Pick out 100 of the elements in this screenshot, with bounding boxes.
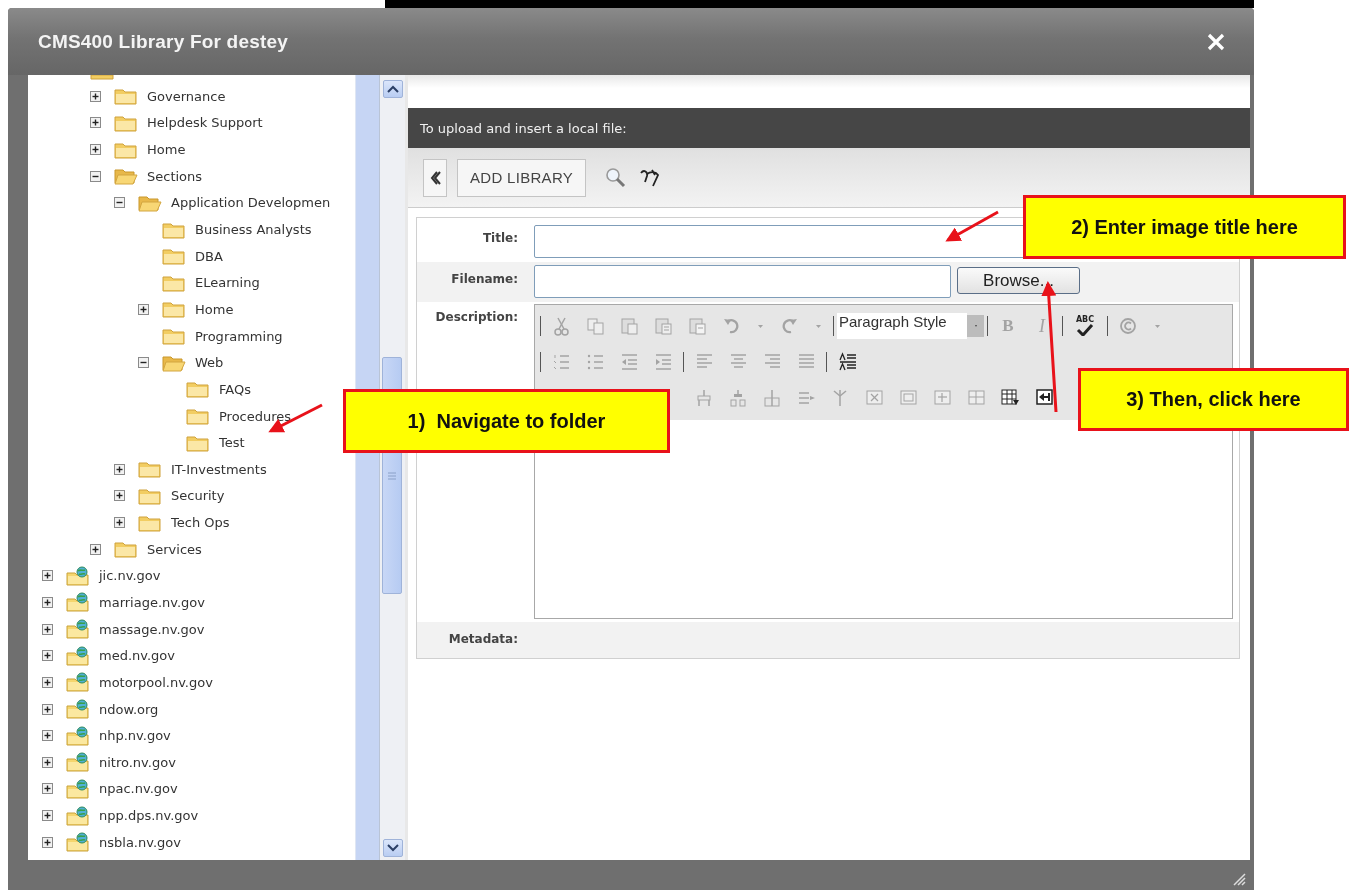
tree-item-label[interactable]: Business Analysts bbox=[195, 222, 312, 237]
table-insert-icon[interactable] bbox=[1000, 388, 1020, 408]
tree-item-label[interactable]: Helpdesk Support bbox=[147, 115, 263, 131]
tree-item-label[interactable]: Programming bbox=[195, 328, 283, 344]
site-folder-icon bbox=[66, 699, 90, 720]
folder-icon bbox=[162, 273, 186, 292]
close-icon[interactable] bbox=[1206, 31, 1226, 52]
tree-item-label[interactable]: Tech Ops bbox=[171, 515, 230, 531]
site-folder-icon bbox=[66, 645, 90, 666]
folder-icon bbox=[114, 140, 138, 159]
open-folder-icon bbox=[138, 193, 162, 212]
folder-icon bbox=[114, 113, 138, 132]
back-button[interactable] bbox=[423, 158, 447, 197]
expand-toggle[interactable] bbox=[42, 836, 53, 848]
tree-item-label[interactable]: Test bbox=[219, 435, 245, 451]
folder-icon bbox=[186, 433, 210, 452]
site-folder-icon bbox=[66, 619, 90, 640]
folder-icon bbox=[162, 300, 186, 319]
tree-item-label[interactable]: npac.nv.gov bbox=[99, 781, 178, 797]
tree-item-label[interactable]: Sections bbox=[147, 168, 203, 184]
expand-toggle[interactable] bbox=[42, 783, 53, 795]
annotation-tooltip: 1) Navigate to folder bbox=[343, 389, 670, 453]
tree-item-label[interactable]: nitro.nv.gov bbox=[99, 754, 176, 770]
tree-item-label[interactable]: Home bbox=[147, 142, 186, 158]
site-folder-icon bbox=[66, 592, 90, 613]
expand-toggle[interactable] bbox=[90, 90, 101, 102]
tree-item-label[interactable]: ndow.org bbox=[99, 701, 159, 717]
folder-icon bbox=[162, 220, 186, 239]
add-library-button[interactable]: ADD LIBRARY bbox=[457, 158, 587, 197]
folder-icon bbox=[186, 407, 210, 425]
site-folder-icon bbox=[66, 752, 90, 773]
scroll-down-button[interactable] bbox=[382, 839, 403, 857]
field-label: Description: bbox=[434, 309, 518, 324]
site-folder-icon bbox=[66, 778, 90, 799]
folder-icon bbox=[114, 540, 138, 559]
folder-icon bbox=[114, 87, 138, 106]
chevron-left-icon bbox=[429, 169, 441, 186]
folder-icon bbox=[138, 486, 162, 505]
tree-item-label[interactable]: Services bbox=[147, 541, 202, 557]
tree-item-label[interactable]: Home bbox=[195, 301, 234, 317]
filename-input[interactable] bbox=[534, 265, 951, 298]
chevron-up-icon bbox=[386, 85, 399, 93]
annotation-tooltip: 3) Then, click here bbox=[1078, 368, 1349, 431]
expand-toggle[interactable] bbox=[90, 117, 101, 129]
section-header: To upload and insert a local file: bbox=[408, 108, 1250, 148]
resize-grip-icon[interactable] bbox=[1232, 872, 1246, 886]
tree-item-label[interactable]: nhp.nv.gov bbox=[99, 728, 171, 744]
expand-toggle[interactable] bbox=[42, 730, 53, 742]
folder-icon bbox=[138, 460, 162, 479]
field-label: Filename: bbox=[450, 271, 518, 286]
expand-toggle[interactable] bbox=[114, 463, 125, 475]
folder-icon bbox=[186, 380, 210, 399]
checkmark-icon bbox=[1076, 324, 1094, 336]
expand-toggle[interactable] bbox=[42, 756, 53, 768]
field-label: Metadata: bbox=[447, 631, 518, 646]
field-label: Title: bbox=[481, 230, 518, 245]
expand-toggle[interactable] bbox=[42, 810, 53, 822]
expand-toggle[interactable] bbox=[42, 703, 53, 715]
expand-toggle[interactable] bbox=[42, 650, 53, 662]
site-folder-icon bbox=[66, 672, 90, 693]
expand-toggle[interactable] bbox=[114, 517, 125, 529]
tree-item-label[interactable]: med.nv.gov bbox=[99, 648, 175, 664]
expand-toggle[interactable] bbox=[42, 623, 53, 635]
window-title: CMS400 Library For destey bbox=[38, 30, 288, 53]
tree-item-label[interactable]: marriage.nv.gov bbox=[99, 595, 205, 610]
tree-item-label[interactable]: Security bbox=[171, 488, 225, 504]
scrollbar[interactable] bbox=[379, 75, 408, 860]
tree-item-label[interactable]: npp.dps.nv.gov bbox=[99, 808, 199, 824]
expand-toggle[interactable] bbox=[138, 303, 149, 315]
collapse-toggle[interactable] bbox=[138, 357, 149, 369]
tree-item-label[interactable]: Procedures bbox=[219, 408, 292, 424]
open-folder-icon bbox=[162, 353, 186, 372]
tree-item-label[interactable]: Web bbox=[195, 355, 224, 371]
scroll-up-button[interactable] bbox=[382, 80, 403, 98]
tree-item-label[interactable]: jic.nv.gov bbox=[99, 568, 161, 584]
line-spacing-icon[interactable] bbox=[837, 352, 857, 372]
expand-toggle[interactable] bbox=[114, 490, 125, 502]
tree-item-label[interactable]: massage.nv.gov bbox=[99, 621, 205, 637]
tree-item-label[interactable]: FAQs bbox=[219, 381, 251, 397]
expand-toggle[interactable] bbox=[90, 144, 101, 156]
folder-icon bbox=[162, 247, 186, 266]
tree-item-label[interactable]: DBA bbox=[195, 248, 223, 264]
tree-item-label[interactable]: IT-Investments bbox=[171, 461, 267, 477]
expand-toggle[interactable] bbox=[42, 676, 53, 688]
collapse-toggle[interactable] bbox=[114, 197, 125, 209]
tree-item-label[interactable]: Application Developmen bbox=[171, 195, 331, 211]
tree-item-label[interactable]: ELearning bbox=[195, 275, 260, 291]
site-folder-icon bbox=[66, 565, 90, 586]
expand-toggle[interactable] bbox=[42, 570, 53, 582]
browse-button[interactable]: Browse... bbox=[957, 267, 1080, 294]
site-folder-icon bbox=[66, 805, 90, 826]
tree-item-label[interactable]: Governance bbox=[147, 88, 226, 104]
grip-icon bbox=[388, 471, 396, 480]
folder-icon bbox=[162, 327, 186, 346]
tree-item-label[interactable]: motorpool.nv.gov bbox=[99, 674, 213, 690]
tree-item-label[interactable]: nsbla.nv.gov bbox=[99, 834, 181, 850]
expand-toggle[interactable] bbox=[90, 543, 101, 555]
expand-toggle[interactable] bbox=[42, 597, 53, 608]
collapse-toggle[interactable] bbox=[90, 170, 101, 182]
spellcheck-button[interactable]: ABC bbox=[1070, 316, 1100, 336]
